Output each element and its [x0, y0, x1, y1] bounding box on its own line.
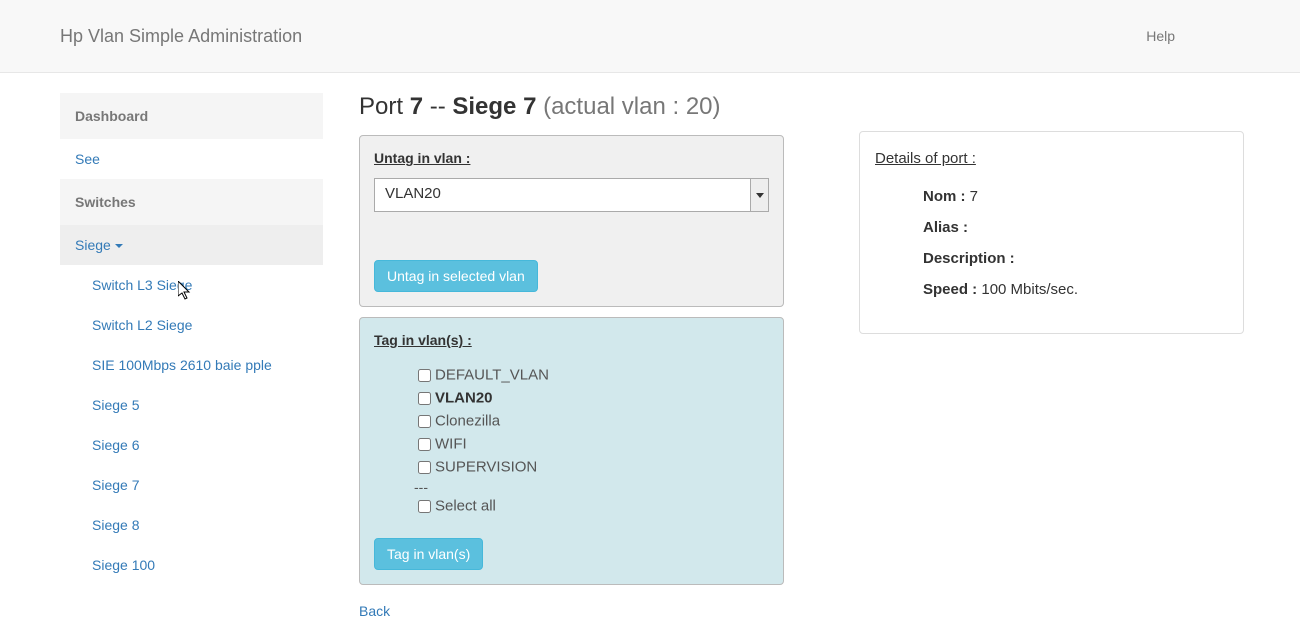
sidebar-item-sie-100mbps[interactable]: SIE 100Mbps 2610 baie pple — [60, 345, 323, 385]
detail-row-alias: Alias : — [875, 212, 1228, 243]
title-suffix: (actual vlan : 20) — [536, 93, 720, 120]
vlan-select-all-label: Select all — [435, 497, 496, 514]
detail-value: 7 — [966, 188, 979, 205]
detail-row-speed: Speed : 100 Mbits/sec. — [875, 274, 1228, 305]
details-title: Details of port : — [875, 150, 1228, 167]
sidebar: Dashboard See Switches Siege Switch L3 S… — [60, 93, 323, 619]
vlan-checkbox-default[interactable] — [418, 369, 431, 382]
brand-title: Hp Vlan Simple Administration — [15, 26, 302, 47]
title-dash: -- — [423, 93, 452, 120]
detail-label: Description : — [923, 250, 1015, 267]
detail-label: Nom : — [923, 188, 966, 205]
vlan-option-label: VLAN20 — [435, 389, 493, 406]
vlan-option: Clonezilla — [414, 410, 769, 433]
chevron-down-icon — [756, 193, 764, 198]
sidebar-item-siege-6[interactable]: Siege 6 — [60, 425, 323, 465]
vlan-checkbox-list: DEFAULT_VLAN VLAN20 Clonezilla WIFI SUPE… — [374, 360, 769, 538]
detail-row-description: Description : — [875, 243, 1228, 274]
sidebar-item-siege-100[interactable]: Siege 100 — [60, 545, 323, 585]
back-link[interactable]: Back — [359, 603, 390, 619]
vlan-option-label: Clonezilla — [435, 412, 500, 429]
select-dropdown-button[interactable] — [750, 179, 768, 211]
vlan-option: Select all — [414, 495, 769, 518]
tag-panel: Tag in vlan(s) : DEFAULT_VLAN VLAN20 Clo… — [359, 317, 784, 585]
vlan-option: DEFAULT_VLAN — [414, 364, 769, 387]
vlan-option-label: SUPERVISION — [435, 458, 537, 475]
vlan-separator: --- — [414, 479, 769, 495]
vlan-option-label: WIFI — [435, 435, 467, 452]
detail-value: 100 Mbits/sec. — [977, 281, 1078, 298]
detail-label: Speed : — [923, 281, 977, 298]
detail-label: Alias : — [923, 219, 968, 236]
sidebar-header-dashboard: Dashboard — [60, 93, 323, 139]
title-port-name: Siege 7 — [452, 93, 536, 120]
sidebar-item-switch-l2[interactable]: Switch L2 Siege — [60, 305, 323, 345]
sidebar-item-siege-5[interactable]: Siege 5 — [60, 385, 323, 425]
sidebar-item-see[interactable]: See — [60, 139, 323, 179]
untag-label: Untag in vlan : — [374, 150, 769, 166]
vlan-checkbox-select-all[interactable] — [418, 500, 431, 513]
vlan-option: SUPERVISION — [414, 456, 769, 479]
tag-label: Tag in vlan(s) : — [374, 332, 769, 348]
untag-button[interactable]: Untag in selected vlan — [374, 260, 538, 292]
sidebar-header-switches: Switches — [60, 179, 323, 225]
vlan-option: VLAN20 — [414, 387, 769, 410]
caret-down-icon — [115, 244, 123, 248]
detail-row-nom: Nom : 7 — [875, 181, 1228, 212]
sidebar-item-siege-8[interactable]: Siege 8 — [60, 505, 323, 545]
vlan-checkbox-vlan20[interactable] — [418, 392, 431, 405]
vlan-checkbox-supervision[interactable] — [418, 461, 431, 474]
sidebar-item-switch-l3[interactable]: Switch L3 Siege — [60, 265, 323, 305]
untag-vlan-value: VLAN20 — [375, 179, 750, 211]
untag-vlan-select[interactable]: VLAN20 — [374, 178, 769, 212]
tag-button[interactable]: Tag in vlan(s) — [374, 538, 483, 570]
vlan-option: WIFI — [414, 433, 769, 456]
vlan-checkbox-wifi[interactable] — [418, 438, 431, 451]
sidebar-group-label: Siege — [75, 237, 111, 253]
page-title: Port 7 -- Siege 7 (actual vlan : 20) — [359, 93, 824, 121]
title-port-label: Port — [359, 93, 403, 120]
untag-panel: Untag in vlan : VLAN20 Untag in selected… — [359, 135, 784, 307]
details-panel: Details of port : Nom : 7 Alias : Descri… — [859, 131, 1244, 334]
topbar: Hp Vlan Simple Administration Help — [0, 0, 1300, 73]
sidebar-item-siege-7[interactable]: Siege 7 — [60, 465, 323, 505]
title-port-num: 7 — [410, 93, 423, 120]
sidebar-group-siege[interactable]: Siege — [60, 225, 323, 265]
vlan-option-label: DEFAULT_VLAN — [435, 366, 549, 383]
help-link[interactable]: Help — [1146, 28, 1285, 44]
vlan-checkbox-clonezilla[interactable] — [418, 415, 431, 428]
